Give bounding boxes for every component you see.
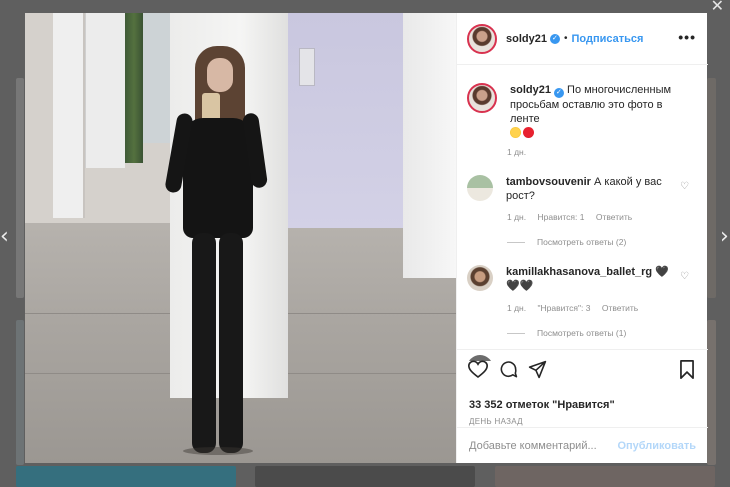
- comment-meta: 1 дн. Нравится: 1 Ответить: [507, 212, 641, 222]
- add-comment-input[interactable]: Добавьте комментарий...: [469, 440, 617, 452]
- photo-person-leg: [219, 233, 243, 453]
- background-feed-image[interactable]: [255, 466, 475, 487]
- post-header: soldy21 ✓ • Подписаться •••: [457, 13, 708, 65]
- photo-wall-pillar: [403, 13, 456, 278]
- like-heart-icon[interactable]: [468, 360, 488, 379]
- view-replies-button[interactable]: Посмотреть ответы (2): [507, 237, 626, 247]
- comment-time: 1 дн.: [507, 212, 527, 222]
- view-replies-label: Посмотреть ответы (1): [537, 328, 627, 338]
- photo-person-torso: [183, 118, 253, 238]
- author-username[interactable]: soldy21: [506, 33, 547, 45]
- comment-text: kamillakhasanova_ballet_rg 🖤🖤🖤: [506, 265, 682, 293]
- background-feed-image[interactable]: [16, 320, 24, 465]
- post-photo[interactable]: [25, 13, 456, 463]
- photo-floor-shadow: [183, 447, 253, 455]
- comment-likes[interactable]: Нравится: 1: [537, 212, 584, 222]
- publish-button[interactable]: Опубликовать: [617, 440, 696, 452]
- comment-time: 1 дн.: [507, 303, 527, 313]
- comment-likes[interactable]: "Нравится": 3: [537, 303, 590, 313]
- separator-dot: •: [563, 33, 568, 44]
- caption-text: soldy21 ✓ По многочисленным просьбам оста…: [510, 83, 686, 140]
- photo-plant: [125, 13, 143, 163]
- red-heart-emoji-icon: [523, 127, 534, 138]
- caption-username[interactable]: soldy21: [510, 84, 551, 96]
- view-replies-label: Посмотреть ответы (2): [537, 237, 627, 247]
- background-feed-image[interactable]: [16, 466, 236, 487]
- like-comment-heart-icon[interactable]: ♡: [680, 271, 689, 282]
- like-comment-heart-icon[interactable]: ♡: [680, 181, 689, 192]
- background-feed-image[interactable]: [707, 320, 716, 465]
- post-timestamp[interactable]: ДЕНЬ НАЗАД: [469, 417, 523, 426]
- add-comment-bar: Добавьте комментарий... Опубликовать: [457, 427, 708, 463]
- photo-person-face: [207, 58, 233, 92]
- caption-meta: 1 дн.: [507, 147, 535, 157]
- post-modal: soldy21 ✓ • Подписаться ••• soldy21 ✓ По …: [25, 13, 708, 463]
- previous-arrow-icon[interactable]: ‹: [0, 226, 9, 248]
- follow-button[interactable]: Подписаться: [571, 33, 643, 45]
- more-options-icon[interactable]: •••: [678, 29, 696, 45]
- comment-username[interactable]: tambovsouvenir: [506, 176, 591, 188]
- comment-text: tambovsouvenir А какой у вас рост?: [506, 175, 682, 203]
- background-feed-image[interactable]: [707, 78, 716, 298]
- avatar[interactable]: [467, 265, 493, 291]
- comment-row: tambovsouvenir А какой у вас рост?: [467, 175, 682, 203]
- caption-time: 1 дн.: [507, 147, 527, 157]
- grinning-sweat-emoji-icon: [510, 127, 521, 138]
- comment-username[interactable]: kamillakhasanova_ballet_rg: [506, 266, 652, 278]
- photo-lockers: [85, 13, 125, 168]
- avatar[interactable]: [467, 175, 493, 201]
- reply-button[interactable]: Ответить: [602, 303, 638, 313]
- background-feed-image[interactable]: [495, 466, 715, 487]
- close-icon[interactable]: ✕: [711, 0, 724, 15]
- background-feed-image[interactable]: [16, 78, 24, 298]
- post-side-panel: soldy21 ✓ • Подписаться ••• soldy21 ✓ По …: [456, 13, 708, 463]
- replies-divider: [507, 332, 525, 334]
- comment-meta: 1 дн. "Нравится": 3 Ответить: [507, 303, 647, 313]
- likes-count[interactable]: 33 352 отметок "Нравится": [469, 399, 615, 411]
- comment-bubble-icon[interactable]: [499, 360, 518, 379]
- comment-row: kamillakhasanova_ballet_rg 🖤🖤🖤: [467, 265, 682, 293]
- verified-badge-icon: ✓: [553, 88, 564, 98]
- next-arrow-icon[interactable]: ›: [720, 226, 729, 248]
- post-actions: 33 352 отметок "Нравится" ДЕНЬ НАЗАД: [457, 349, 708, 427]
- view-replies-button[interactable]: Посмотреть ответы (1): [507, 328, 626, 338]
- replies-divider: [507, 241, 525, 243]
- photo-doorway: [53, 13, 85, 218]
- avatar[interactable]: [467, 83, 497, 113]
- comments-list[interactable]: soldy21 ✓ По многочисленным просьбам оста…: [457, 75, 708, 361]
- reply-button[interactable]: Ответить: [596, 212, 632, 222]
- verified-badge-icon: ✓: [549, 33, 560, 44]
- avatar[interactable]: [467, 23, 497, 54]
- photo-wall-switch: [299, 48, 315, 86]
- share-paper-plane-icon[interactable]: [528, 360, 547, 379]
- caption-row: soldy21 ✓ По многочисленным просьбам оста…: [467, 83, 686, 140]
- save-bookmark-icon[interactable]: [679, 360, 695, 379]
- photo-person-leg: [192, 233, 216, 453]
